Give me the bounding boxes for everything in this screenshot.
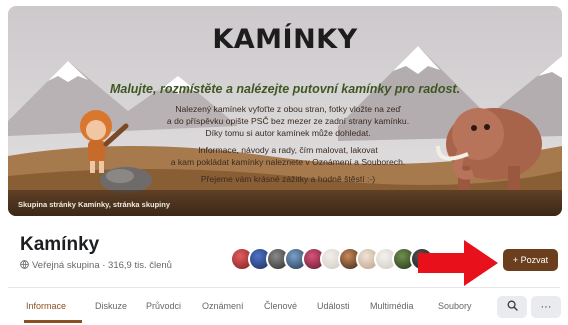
tab-clenove[interactable]: Členové [264,301,297,311]
globe-icon [20,260,29,269]
group-tabs: Informace Diskuze Průvodci Oznámení Člen… [0,293,568,325]
group-meta-text: Veřejná skupina · 316,9 tis. členů [32,260,172,271]
cover-text-line: a do příspěvku opište PSČ bez mezer ze z… [166,116,410,126]
more-button[interactable]: ··· [531,296,561,318]
divider [8,287,560,288]
group-meta: Veřejná skupina · 316,9 tis. členů [20,260,172,271]
active-tab-indicator [24,320,82,323]
more-icon: ··· [540,301,552,313]
search-icon [507,300,518,311]
tab-oznameni[interactable]: Oznámení [202,301,244,311]
group-name[interactable]: Kamínky [20,234,99,256]
tab-multimedia[interactable]: Multimédia [370,301,414,311]
tab-pruvodci[interactable]: Průvodci [146,301,181,311]
cover-text-line: Nalezený kamínek vyfoťte z obou stran, f… [175,104,401,114]
tab-udalosti[interactable]: Události [317,301,350,311]
cover-title: KAMÍNKY [212,24,358,55]
cover-caption[interactable]: Skupina stránky Kamínky, stránka skupiny [18,200,170,209]
cover-text-line: Informace, návody a rady, čím malovat, l… [198,145,378,155]
tab-diskuze[interactable]: Diskuze [95,301,127,311]
cover-tagline: Malujte, rozmístěte a nalézejte putovní … [109,82,461,96]
tab-soubory[interactable]: Soubory [438,301,472,311]
annotation-arrow-icon [418,240,498,286]
cover-text-line: Přejeme vám krásné zážitky a hodně štěst… [200,174,376,184]
cover-image[interactable]: KAMÍNKY Malujte, rozmístěte a nalézejte … [8,6,562,216]
cover-text-line: Díky tomu si autor kamínek může dohledat… [205,128,371,138]
invite-button[interactable]: + Pozvat [503,249,558,271]
search-button[interactable] [497,296,527,318]
tab-informace[interactable]: Informace [26,301,66,311]
cover-text-line: a kam pokládat kamínky naleznete v Oznám… [170,157,406,167]
